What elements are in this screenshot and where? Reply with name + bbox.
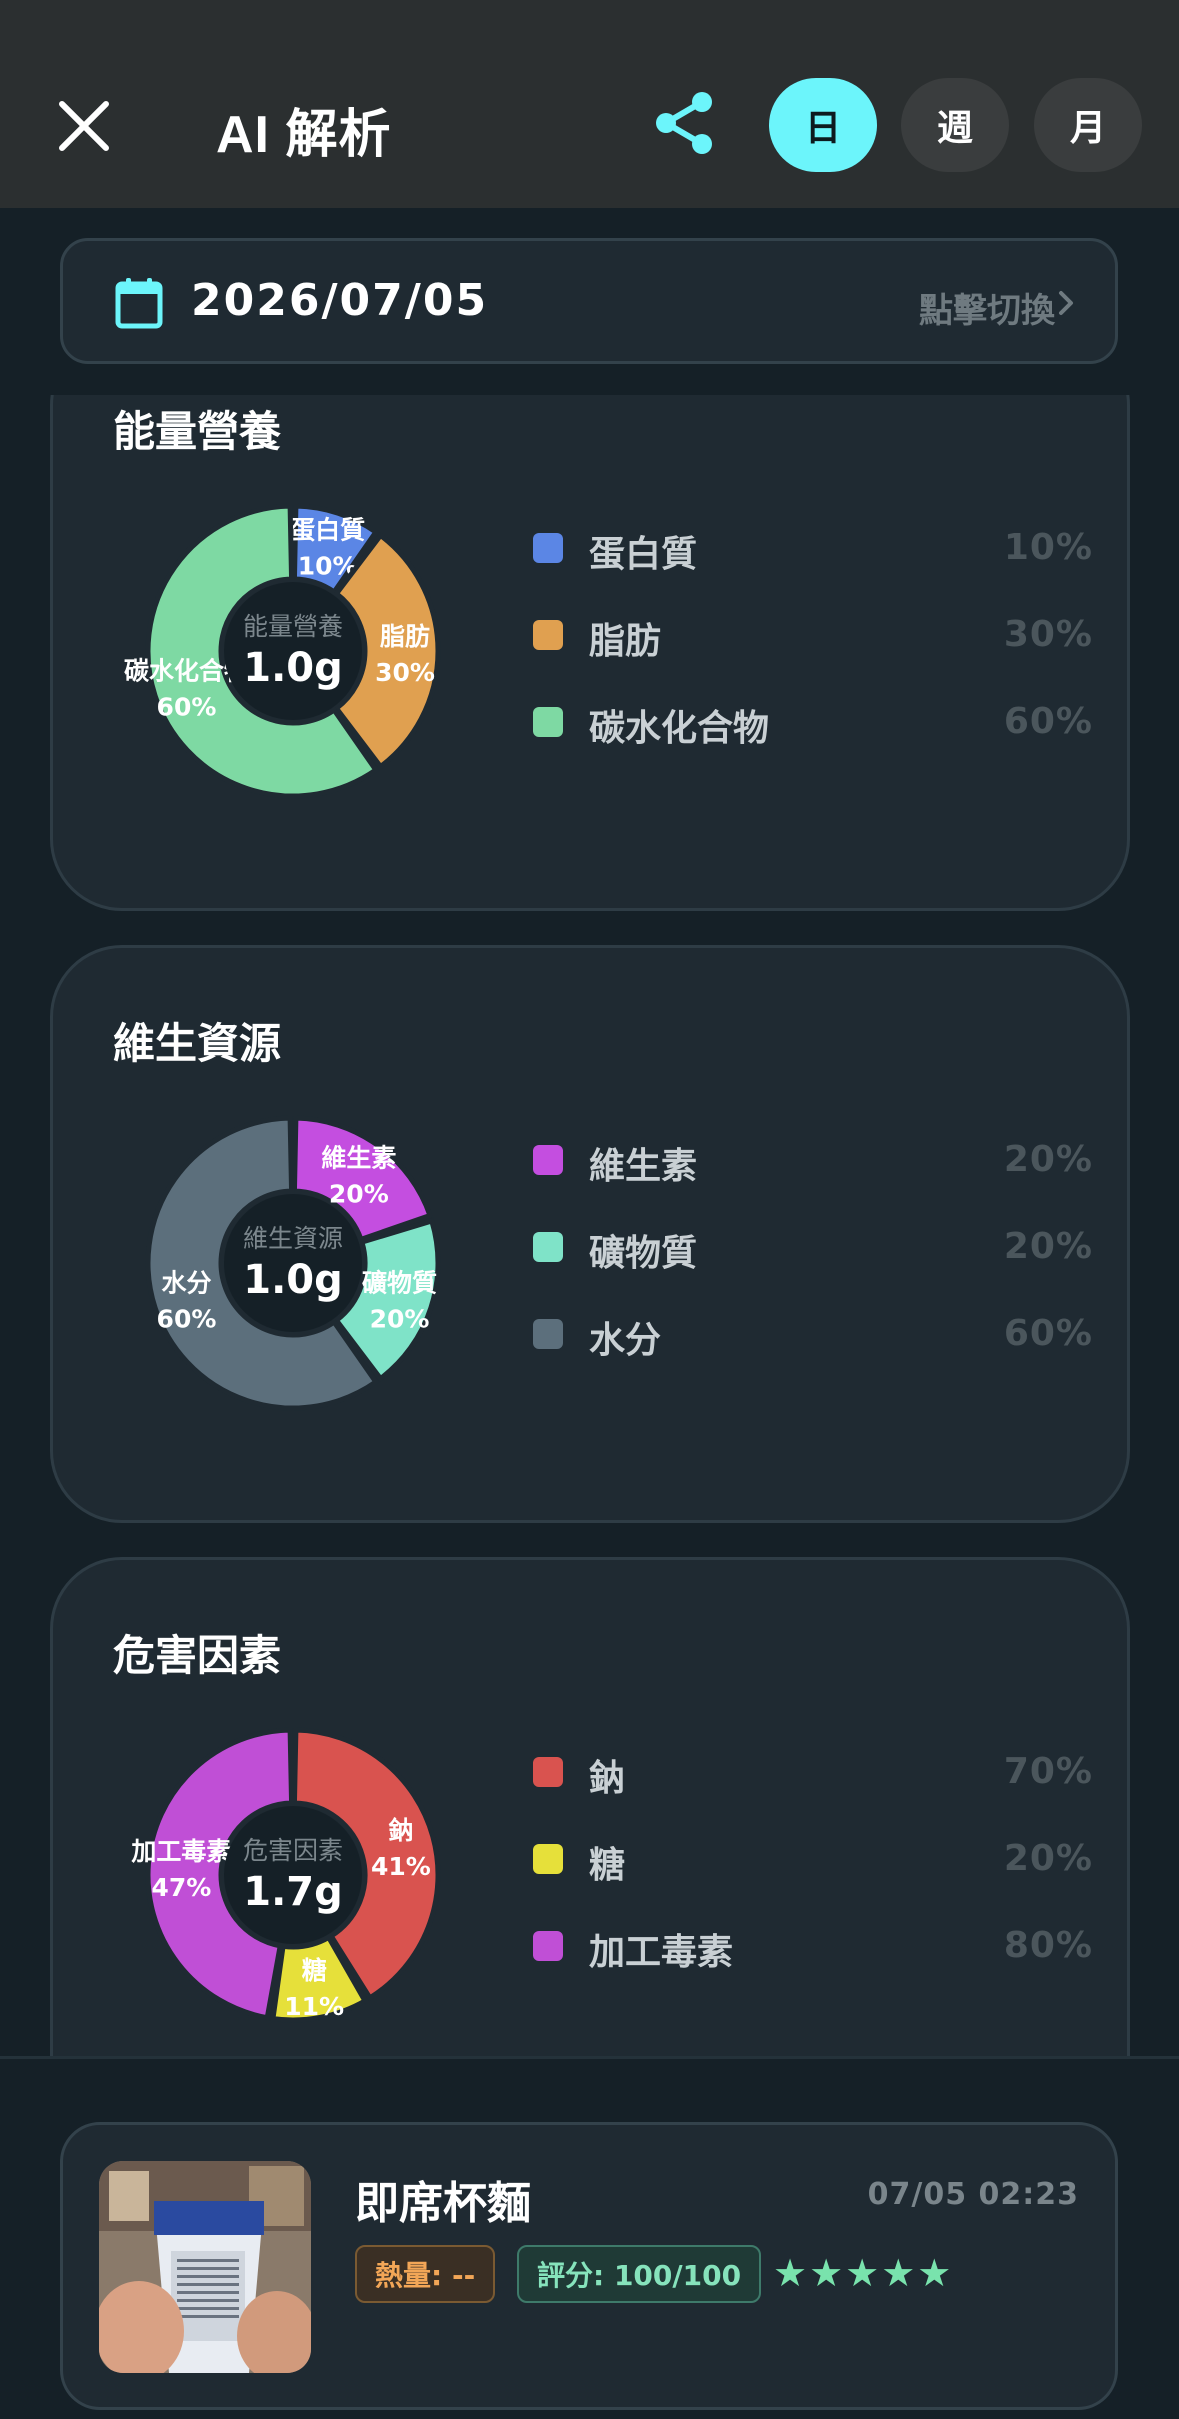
legend-item-processed-toxins: 加工毒素 80% xyxy=(533,1917,1093,1977)
legend-label: 糖 xyxy=(589,1845,626,1886)
chevron-right-icon xyxy=(1059,291,1073,315)
legend-percent: 60% xyxy=(1003,1313,1093,1354)
current-date: 2026/07/05 xyxy=(191,275,489,326)
donut-slice-label: 礦物質 xyxy=(362,1269,437,1298)
legend-label: 礦物質 xyxy=(589,1233,698,1274)
bottom-panel: 即席杯麵 07/05 02:23 熱量: -- 評分: 100/100 ★★★★… xyxy=(0,2056,1179,2419)
legend-swatch xyxy=(533,1931,563,1961)
legend-item-sugar: 糖 20% xyxy=(533,1830,1093,1890)
food-timestamp: 07/05 02:23 xyxy=(867,2177,1079,2212)
legend-percent: 20% xyxy=(1003,1838,1093,1879)
score-badge: 評分: 100/100 xyxy=(517,2245,762,2303)
period-week-button[interactable]: 週 xyxy=(901,78,1009,172)
legend-swatch xyxy=(533,1145,563,1175)
legend-percent: 80% xyxy=(1003,1925,1093,1966)
hazard-factors-card: 危害因素 鈉 41% 糖 11% 加工毒素 47% 危害因素 1.7g 鈉 70% 糖 20%… xyxy=(50,1557,1130,2056)
legend-label: 蛋白質 xyxy=(589,534,698,575)
date-switch-label[interactable]: 點擊切換 xyxy=(919,283,1055,332)
food-photo xyxy=(99,2161,311,2373)
legend-swatch xyxy=(533,1844,563,1874)
donut-slice-label: 脂肪 xyxy=(380,622,430,651)
share-button[interactable] xyxy=(652,90,718,156)
donut-slice-percent: 60% xyxy=(157,1305,217,1334)
donut-center-label: 危害因素 xyxy=(243,1836,343,1865)
legend-item-vitamin: 維生素 20% xyxy=(533,1131,1093,1191)
donut-slice-label: 加工毒素 xyxy=(130,1837,231,1866)
analysis-scroll-area[interactable]: 能量營養 蛋白質 10% 脂肪 30% 碳水化合物 60% 能量營養 1.0g 蛋白質 10%… xyxy=(0,395,1179,2056)
donut-slice-label: 鈉 xyxy=(388,1816,413,1845)
period-month-button[interactable]: 月 xyxy=(1034,78,1142,172)
donut-center-value: 1.7g xyxy=(243,1869,343,1915)
card-title: 能量營養 xyxy=(113,407,282,456)
energy-nutrition-donut-chart: 蛋白質10%脂肪30%碳水化合物60%能量營養1.0g xyxy=(124,503,441,799)
donut-slice-percent: 30% xyxy=(375,658,435,687)
legend-item-carbohydrate: 碳水化合物 60% xyxy=(533,693,1093,753)
legend-percent: 60% xyxy=(1003,701,1093,742)
legend-label: 碳水化合物 xyxy=(589,708,770,749)
legend-item-water: 水分 60% xyxy=(533,1305,1093,1365)
close-icon xyxy=(59,101,109,151)
donut-center-value: 1.0g xyxy=(243,1257,343,1303)
legend-swatch xyxy=(533,1232,563,1262)
donut-slice-percent: 20% xyxy=(370,1305,430,1334)
legend-percent: 10% xyxy=(1003,527,1093,568)
legend-percent: 30% xyxy=(1003,614,1093,655)
legend-swatch xyxy=(533,533,563,563)
legend-percent: 20% xyxy=(1003,1226,1093,1267)
page-title: AI 解析 xyxy=(216,106,392,164)
top-bar: AI 解析 日 週 月 xyxy=(0,0,1179,208)
calorie-badge: 熱量: -- xyxy=(355,2245,496,2303)
donut-slice-label: 水分 xyxy=(161,1269,211,1298)
legend-swatch xyxy=(533,707,563,737)
legend-percent: 20% xyxy=(1003,1139,1093,1180)
donut-center-label: 能量營養 xyxy=(243,612,343,641)
card-title: 維生資源 xyxy=(113,1019,282,1068)
donut-slice-percent: 60% xyxy=(157,693,217,722)
donut-slice-label: 維生素 xyxy=(321,1143,396,1172)
hazard-factors-donut-chart: 鈉 41% 糖 11% 加工毒素 47% 危害因素 1.7g xyxy=(130,1727,441,2023)
share-icon xyxy=(656,92,712,154)
donut-center-label: 維生資源 xyxy=(243,1224,343,1253)
calendar-icon xyxy=(115,278,163,329)
donut-slice-percent: 47% xyxy=(151,1873,211,1902)
legend-item-sodium: 鈉 70% xyxy=(533,1743,1093,1803)
legend-item-mineral: 礦物質 20% xyxy=(533,1218,1093,1278)
legend-swatch xyxy=(533,620,563,650)
legend-label: 脂肪 xyxy=(589,621,662,662)
donut-center-value: 1.0g xyxy=(243,645,343,691)
card-title: 危害因素 xyxy=(113,1631,282,1680)
legend-label: 水分 xyxy=(589,1320,662,1361)
period-day-button[interactable]: 日 xyxy=(769,78,877,172)
donut-slice-percent: 11% xyxy=(284,1992,344,2021)
food-name: 即席杯麵 xyxy=(355,2178,531,2229)
donut-slice-percent: 41% xyxy=(371,1852,431,1881)
vital-resources-donut-chart: 維生素 20% 礦物質 20% 水分 60% 維生資源 1.0g xyxy=(145,1115,441,1411)
legend-label: 加工毒素 xyxy=(589,1932,734,1973)
close-button[interactable] xyxy=(52,94,116,158)
food-record-card[interactable]: 即席杯麵 07/05 02:23 熱量: -- 評分: 100/100 ★★★★… xyxy=(60,2122,1118,2410)
legend-swatch xyxy=(533,1319,563,1349)
rating-stars: ★★★★★ xyxy=(773,2251,954,2295)
donut-slice-label: 糖 xyxy=(302,1956,327,1985)
legend-item-fat: 脂肪 30% xyxy=(533,606,1093,666)
donut-slice-label: 蛋白質 xyxy=(290,515,365,544)
donut-slice-percent: 20% xyxy=(329,1179,389,1208)
legend-label: 鈉 xyxy=(589,1758,626,1799)
legend-label: 維生素 xyxy=(589,1146,698,1187)
legend-item-protein: 蛋白質 10% xyxy=(533,519,1093,579)
legend-swatch xyxy=(533,1757,563,1787)
energy-nutrition-card: 能量營養 蛋白質 10% 脂肪 30% 碳水化合物 60% 能量營養 1.0g 蛋白質 10%… xyxy=(50,395,1130,911)
vital-resources-card: 維生資源 維生素 20% 礦物質 20% 水分 60% 維生資源 1.0g 維生素 20% 礦… xyxy=(50,945,1130,1523)
date-selector[interactable]: 2026/07/05 點擊切換 xyxy=(60,238,1118,364)
legend-percent: 70% xyxy=(1003,1751,1093,1792)
